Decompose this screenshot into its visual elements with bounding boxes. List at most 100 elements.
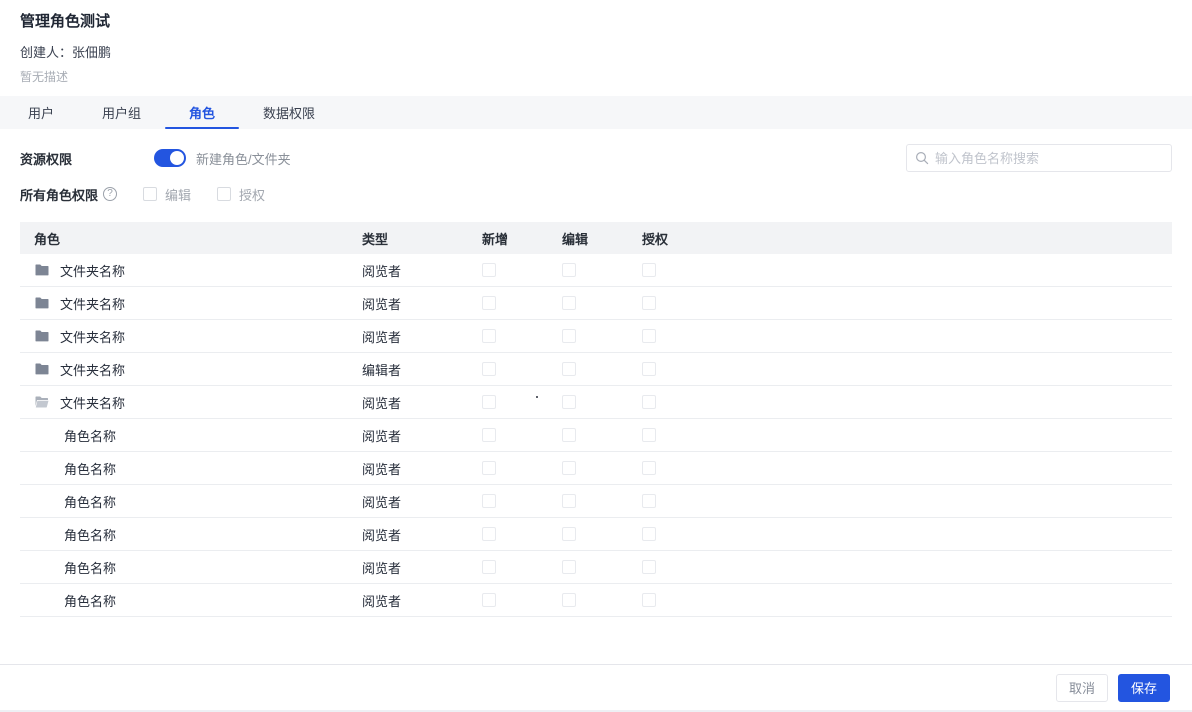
authorize-checkbox[interactable] [642,593,656,607]
table-row: 角色名称 阅览者 [20,452,1172,485]
row-type-label: 编辑者 [362,362,402,378]
authorize-checkbox[interactable] [642,560,656,574]
role-name-cell[interactable]: 文件夹名称 [20,360,350,379]
all-roles-authorize-checkbox[interactable] [217,187,232,201]
role-name-cell[interactable]: 文件夹名称 [20,261,350,280]
role-name-cell[interactable]: 文件夹名称 [20,294,350,313]
add-checkbox[interactable] [482,461,496,475]
edit-checkbox[interactable] [562,560,576,574]
edit-checkbox[interactable] [562,362,576,376]
edit-checkbox[interactable] [562,395,576,409]
role-name-cell[interactable]: 角色名称 [20,459,350,478]
edit-checkbox[interactable] [562,329,576,343]
resource-permission-row: 资源权限 新建角色/文件夹 [20,144,1172,172]
tab-users[interactable]: 用户 [4,96,78,129]
question-circle-icon[interactable]: ? [103,187,118,201]
tab-roles[interactable]: 角色 [165,96,240,129]
edit-checkbox[interactable] [562,428,576,442]
authorize-checkbox[interactable] [642,362,656,376]
row-name-label: 文件夹名称 [60,329,126,345]
add-checkbox[interactable] [482,428,496,442]
row-type-label: 阅览者 [362,428,402,444]
tab-bar: 用户 用户组 角色 数据权限 [0,96,1192,129]
column-header-edit: 编辑 [562,231,589,247]
role-search-box [906,144,1172,172]
row-name-label: 文件夹名称 [60,395,126,411]
tab-user-groups[interactable]: 用户组 [78,96,165,129]
add-checkbox[interactable] [482,362,496,376]
add-checkbox[interactable] [482,494,496,508]
add-checkbox[interactable] [482,395,496,409]
table-row: 文件夹名称 编辑者 [20,353,1172,386]
row-name-label: 文件夹名称 [60,296,126,312]
authorize-checkbox[interactable] [642,494,656,508]
search-icon [915,151,929,165]
footer: 取消 保存 [0,664,1192,710]
add-checkbox[interactable] [482,593,496,607]
column-header-authorize: 授权 [642,231,669,247]
row-name-label: 角色名称 [64,494,117,510]
cancel-button[interactable]: 取消 [1055,673,1108,702]
all-roles-authorize-label: 授权 [239,187,266,203]
content: 资源权限 新建角色/文件夹 所有角色权限 ? 编辑 授权 角色 类型 新增 编辑… [0,144,1192,617]
table-row: 角色名称 阅览者 [20,485,1172,518]
role-name-cell[interactable]: 角色名称 [20,492,350,511]
add-checkbox[interactable] [482,296,496,310]
folder-open-icon [34,394,50,410]
row-name-label: 角色名称 [64,560,117,576]
resource-permission-label: 资源权限 [20,151,73,167]
row-type-label: 阅览者 [362,494,402,510]
row-name-label: 角色名称 [64,428,117,444]
table-header: 角色 类型 新增 编辑 授权 [20,222,1172,254]
table-row: 角色名称 阅览者 [20,419,1172,452]
table-row: 文件夹名称 阅览者 [20,320,1172,353]
add-checkbox[interactable] [482,527,496,541]
role-name-cell[interactable]: 角色名称 [20,558,350,577]
authorize-checkbox[interactable] [642,461,656,475]
all-roles-edit-checkbox[interactable] [143,187,158,201]
row-type-label: 阅览者 [362,560,402,576]
table-row: 角色名称 阅览者 [20,518,1172,551]
column-header-type: 类型 [362,231,389,247]
column-header-role: 角色 [34,231,61,247]
table-row: 角色名称 阅览者 [20,584,1172,617]
role-name-cell[interactable]: 文件夹名称 [20,327,350,346]
role-name-cell[interactable]: 角色名称 [20,525,350,544]
row-name-label: 角色名称 [64,593,117,609]
table-row: 文件夹名称 阅览者 [20,386,1172,419]
add-checkbox[interactable] [482,329,496,343]
edit-checkbox[interactable] [562,263,576,277]
roles-table: 角色 类型 新增 编辑 授权 文件夹名称 阅览者 文件夹名称 阅览者 文件夹名称… [20,222,1172,617]
role-name-cell[interactable]: 文件夹名称 [20,393,350,412]
new-role-folder-toggle-label: 新建角色/文件夹 [196,151,291,167]
row-name-label: 角色名称 [64,527,117,543]
row-type-label: 阅览者 [362,593,402,609]
folder-closed-icon [34,361,50,377]
authorize-checkbox[interactable] [642,296,656,310]
tab-data-permissions[interactable]: 数据权限 [239,96,339,129]
table-row: 角色名称 阅览者 [20,551,1172,584]
authorize-checkbox[interactable] [642,263,656,277]
role-search-input[interactable] [935,150,1163,166]
row-name-label: 角色名称 [64,461,117,477]
row-name-label: 文件夹名称 [60,263,126,279]
edit-checkbox[interactable] [562,494,576,508]
edit-checkbox[interactable] [562,296,576,310]
table-body: 文件夹名称 阅览者 文件夹名称 阅览者 文件夹名称 阅览者 文件夹名称 编辑者 … [20,254,1172,617]
role-name-cell[interactable]: 角色名称 [20,426,350,445]
add-checkbox[interactable] [482,560,496,574]
add-checkbox[interactable] [482,263,496,277]
authorize-checkbox[interactable] [642,428,656,442]
edit-checkbox[interactable] [562,461,576,475]
edit-checkbox[interactable] [562,593,576,607]
edit-checkbox[interactable] [562,527,576,541]
authorize-checkbox[interactable] [642,527,656,541]
save-button[interactable]: 保存 [1117,673,1170,702]
row-type-label: 阅览者 [362,395,402,411]
authorize-checkbox[interactable] [642,395,656,409]
role-name-cell[interactable]: 角色名称 [20,591,350,610]
row-type-label: 阅览者 [362,527,402,543]
page-header: 管理角色测试 创建人：张佃鹏 暂无描述 [0,0,1192,85]
new-role-folder-toggle[interactable] [154,149,187,167]
authorize-checkbox[interactable] [642,329,656,343]
